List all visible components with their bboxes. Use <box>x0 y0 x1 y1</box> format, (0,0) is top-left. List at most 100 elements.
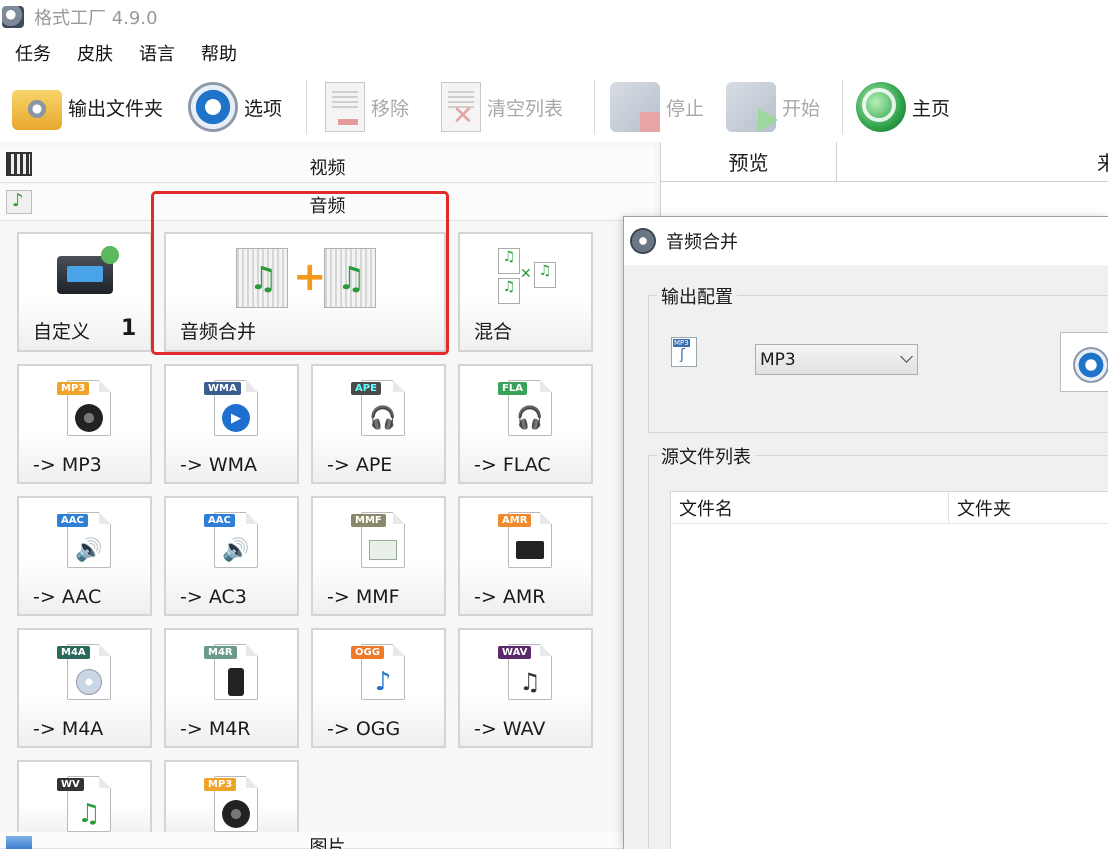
headphones-icon: 🎧 <box>516 405 544 431</box>
tile-wma[interactable]: WMA ▶ -> WMA <box>164 364 299 484</box>
tile-m4r-label: -> M4R <box>180 718 251 740</box>
clear-list-label: 清空列表 <box>487 97 564 120</box>
device-icon <box>515 536 545 564</box>
source-list-header: 文件名 文件夹 <box>671 492 1108 524</box>
audio-merge-icon: ♫ + ♫ <box>236 248 381 310</box>
clear-list-icon: ✕ <box>441 82 481 132</box>
tile-m4a[interactable]: M4A -> M4A <box>17 628 152 748</box>
amr-badge: AMR <box>498 514 532 527</box>
menu-bar: 任务 皮肤 语言 帮助 <box>0 34 1108 72</box>
speaker-icon <box>221 800 251 828</box>
ac3-badge: AAC <box>204 514 235 527</box>
tile-flac[interactable]: FLA 🎧 -> FLAC <box>458 364 593 484</box>
tile-wav[interactable]: WAV ♫ -> WAV <box>458 628 593 748</box>
window-title: 格式工厂 4.9.0 <box>34 8 158 29</box>
toolbar: 输出文件夹 选项 移除 ✕ 清空列表 停止 开始 主页 <box>0 72 1108 142</box>
left-pane: 视频 音频 自定义 ♫ + ♫ 音频合并 ♫ ♫ ♫ ✕ 混合 MP3 - <box>0 142 655 849</box>
menu-skin[interactable]: 皮肤 <box>77 40 113 66</box>
tile-mp3-label: -> MP3 <box>33 454 102 476</box>
category-image-label: 图片 <box>309 837 346 849</box>
column-folder[interactable]: 文件夹 <box>949 492 1108 523</box>
tile-amr[interactable]: AMR -> AMR <box>458 496 593 616</box>
tile-aac[interactable]: AAC 🔊 -> AAC <box>17 496 152 616</box>
music-note-icon: ♫ <box>77 799 101 829</box>
source-file-list[interactable]: 文件名 文件夹 <box>670 491 1108 849</box>
tile-aac-label: -> AAC <box>33 586 102 608</box>
column-source[interactable]: 来源 <box>837 142 1108 181</box>
output-folder-label: 输出文件夹 <box>68 97 164 120</box>
m4r-badge: M4R <box>204 646 237 659</box>
home-label: 主页 <box>912 97 951 120</box>
tile-wma-label: -> WMA <box>180 454 257 476</box>
tile-ac3-label: -> AC3 <box>180 586 247 608</box>
toolbar-divider <box>842 80 843 134</box>
flac-badge: FLA <box>498 382 527 395</box>
tile-ogg[interactable]: OGG ♪ -> OGG <box>311 628 446 748</box>
ogg-badge: OGG <box>351 646 384 659</box>
tile-wav-label: -> WAV <box>474 718 546 740</box>
speaker-note-icon: 🔊 <box>222 537 250 563</box>
home-button[interactable]: 主页 <box>856 72 950 142</box>
tile-flac-label: -> FLAC <box>474 454 551 476</box>
clear-list-button[interactable]: ✕ 清空列表 <box>441 72 563 142</box>
category-image[interactable]: 图片 <box>0 832 655 849</box>
category-video[interactable]: 视频 <box>0 146 655 183</box>
tile-ape-label: -> APE <box>327 454 393 476</box>
music-note-icon: ♪ <box>374 667 392 697</box>
options-button[interactable]: 选项 <box>188 72 282 142</box>
output-folder-button[interactable]: 输出文件夹 <box>12 72 163 142</box>
source-list-label: 源文件列表 <box>657 443 755 469</box>
tile-mp3[interactable]: MP3 -> MP3 <box>17 364 152 484</box>
menu-language[interactable]: 语言 <box>139 40 175 66</box>
film-reel-icon <box>630 228 656 254</box>
tile-m4r[interactable]: M4R -> M4R <box>164 628 299 748</box>
tile-ac3[interactable]: AAC 🔊 -> AC3 <box>164 496 299 616</box>
column-preview[interactable]: 预览 <box>661 142 837 181</box>
column-filename[interactable]: 文件名 <box>671 492 949 523</box>
toolbar-divider <box>594 80 595 134</box>
mp3-badge: MP3 <box>57 382 90 395</box>
tile-audio-merge[interactable]: ♫ + ♫ 音频合并 <box>164 232 446 352</box>
folder-icon <box>12 90 62 130</box>
tile-mp3-alt[interactable]: MP3 <box>164 760 299 840</box>
tile-custom-label: 自定义 <box>33 321 91 343</box>
task-list-header: 预览 来源 <box>661 142 1108 182</box>
options-label: 选项 <box>244 97 283 120</box>
category-audio[interactable]: 音频 <box>0 184 655 221</box>
m4a-badge: M4A <box>57 646 90 659</box>
dialog-title: 音频合并 <box>666 232 738 253</box>
category-video-label: 视频 <box>309 158 346 179</box>
tile-mmf-label: -> MMF <box>327 586 400 608</box>
start-button[interactable]: 开始 <box>726 72 820 142</box>
step-number: 1 <box>121 316 137 341</box>
start-icon <box>726 82 778 132</box>
tile-amr-label: -> AMR <box>474 586 546 608</box>
remove-label: 移除 <box>371 97 410 120</box>
tile-ape[interactable]: APE 🎧 -> APE <box>311 364 446 484</box>
format-select-value: MP3 <box>760 349 796 370</box>
toolbar-divider <box>306 80 307 134</box>
wav-badge: WAV <box>498 646 532 659</box>
ape-badge: APE <box>351 382 381 395</box>
chevron-down-icon <box>900 350 913 363</box>
format-select[interactable]: MP3 <box>755 344 918 375</box>
stop-button[interactable]: 停止 <box>610 72 704 142</box>
output-settings-button[interactable] <box>1060 332 1108 392</box>
title-bar: 格式工厂 4.9.0 <box>0 0 1108 34</box>
custom-device-icon <box>57 246 119 294</box>
mp3-badge: MP3 <box>204 778 237 791</box>
tile-mmf[interactable]: MMF -> MMF <box>311 496 446 616</box>
tile-ogg-label: -> OGG <box>327 718 401 740</box>
audio-merge-dialog: 音频合并 输出配置 MP3 ʃ MP3 源文件列表 文件名 文件夹 <box>623 216 1108 849</box>
menu-help[interactable]: 帮助 <box>201 40 237 66</box>
tile-mix[interactable]: ♫ ♫ ♫ ✕ 混合 <box>458 232 593 352</box>
tile-wv[interactable]: WV ♫ <box>17 760 152 840</box>
dialog-title-bar: 音频合并 <box>624 217 1108 265</box>
tile-mix-label: 混合 <box>474 321 513 343</box>
tile-m4a-label: -> M4A <box>33 718 104 740</box>
app-icon <box>2 6 24 28</box>
remove-button[interactable]: 移除 <box>325 72 409 142</box>
menu-task[interactable]: 任务 <box>15 40 51 66</box>
stop-label: 停止 <box>666 97 705 120</box>
start-label: 开始 <box>782 97 821 120</box>
